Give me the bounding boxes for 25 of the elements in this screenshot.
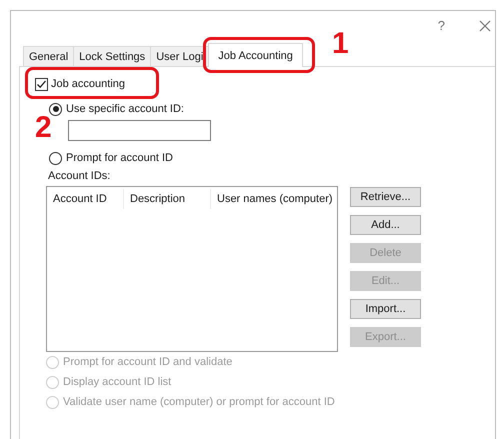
- radio-label: Prompt for account ID: [66, 152, 173, 164]
- action-button[interactable]: Import...: [350, 299, 421, 319]
- column-header[interactable]: User names (computer): [211, 189, 333, 209]
- checkbox[interactable]: [35, 78, 48, 90]
- step-number: 1: [332, 29, 349, 59]
- account-id-field[interactable]: [68, 120, 211, 141]
- radio-button[interactable]: [49, 102, 62, 116]
- tab[interactable]: General: [23, 46, 74, 66]
- help-button[interactable]: ?: [438, 18, 445, 33]
- close-icon[interactable]: [479, 20, 491, 32]
- column-header[interactable]: Account ID: [47, 189, 124, 209]
- radio-label: Prompt for account ID and validate: [63, 356, 232, 368]
- radio-label: Display account ID list: [63, 376, 172, 388]
- tab[interactable]: Lock Settings: [73, 46, 152, 66]
- checkbox-label: Job accounting: [51, 78, 125, 90]
- radio-label: Validate user name (computer) or prompt for account ID: [63, 396, 335, 408]
- tab[interactable]: User Logi: [150, 46, 210, 66]
- tab[interactable]: Job Accounting: [208, 43, 303, 67]
- step-number: 2: [35, 113, 52, 143]
- action-button[interactable]: Retrieve...: [350, 187, 421, 207]
- radio-label: Use specific account ID:: [66, 103, 184, 115]
- section-label: Account IDs:: [48, 170, 112, 184]
- radio-button[interactable]: [49, 152, 62, 164]
- column-header[interactable]: Description: [124, 189, 211, 209]
- action-button[interactable]: Add...: [350, 215, 421, 235]
